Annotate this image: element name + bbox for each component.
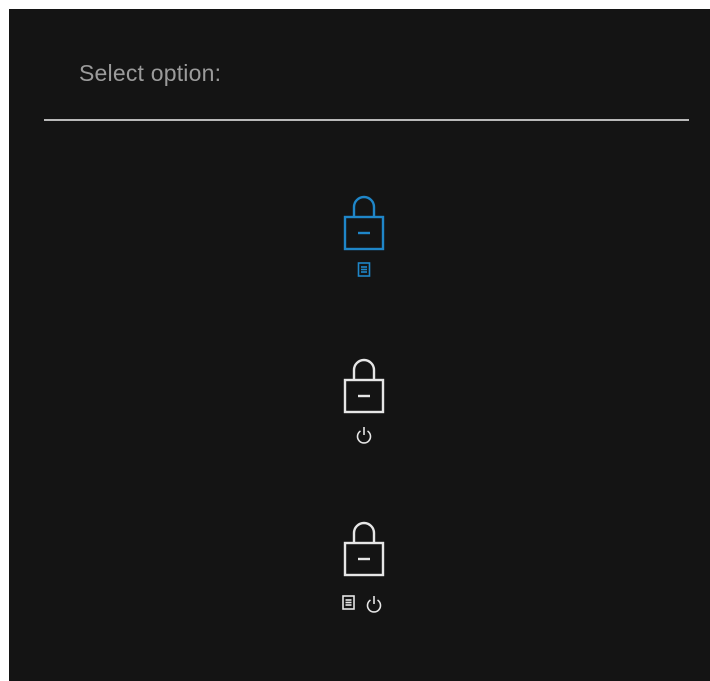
options-dialog: Select option:	[9, 9, 710, 681]
menu-button-icon	[357, 262, 371, 277]
option-lock-menu-power[interactable]	[334, 519, 394, 619]
option-lock-power[interactable]	[334, 356, 394, 456]
power-icon	[366, 596, 382, 613]
menu-button-icon	[342, 595, 355, 610]
lock-icon	[343, 358, 385, 414]
option-lock-menu[interactable]	[334, 193, 394, 293]
lock-icon	[343, 521, 385, 577]
title-divider	[44, 119, 689, 121]
power-icon	[356, 427, 372, 444]
option-lock-menu-power-graphic	[342, 521, 385, 613]
dialog-title: Select option:	[79, 60, 222, 86]
lock-icon	[343, 195, 385, 251]
option-lock-power-graphic	[343, 358, 385, 444]
option-lock-menu-graphic	[343, 195, 385, 277]
